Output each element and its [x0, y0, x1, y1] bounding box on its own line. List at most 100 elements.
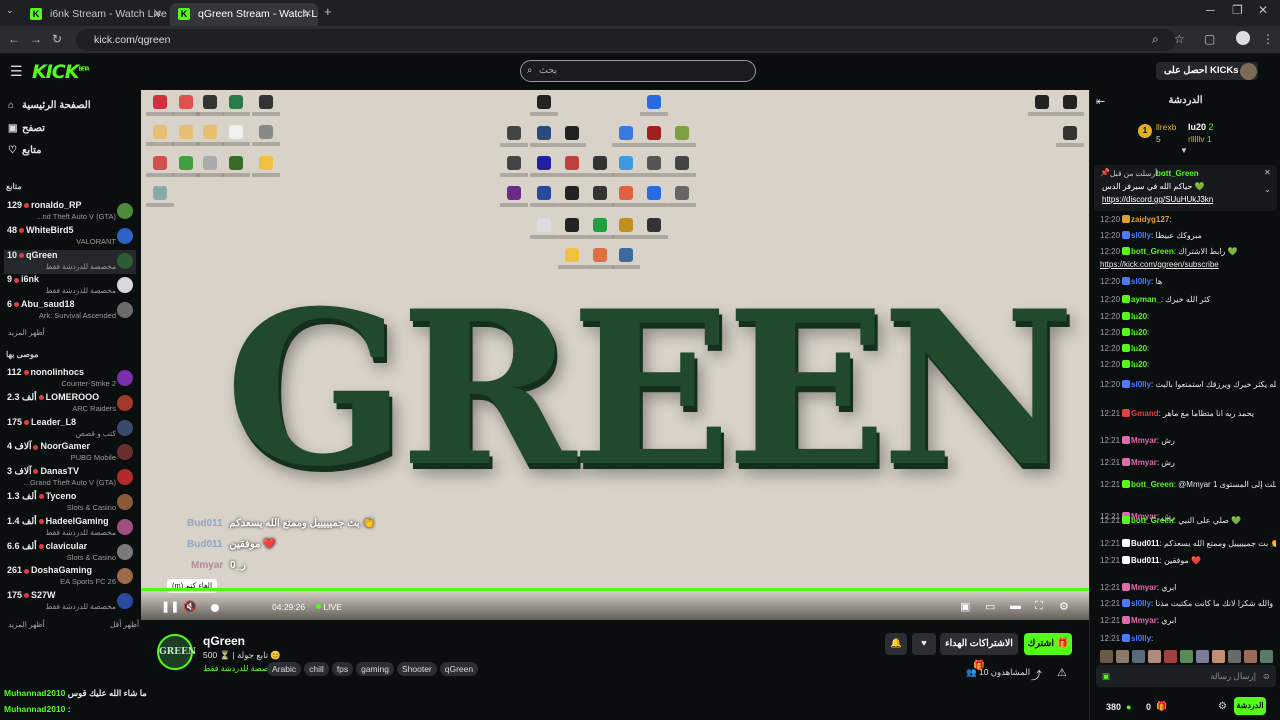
channel-name[interactable]: qGreen — [203, 634, 245, 648]
new-tab-icon[interactable]: + — [324, 4, 332, 19]
message-username[interactable]: bott_Green — [1131, 480, 1174, 489]
tag-chip[interactable]: qGreen — [439, 662, 479, 676]
pinned-expand-icon[interactable]: ⌄ — [1264, 185, 1271, 194]
tab-menu-icon[interactable]: ⌄ — [6, 5, 14, 16]
sidebar-channel-item[interactable]: 6 Abu_saud18 Ark: Survival Ascended — [4, 299, 136, 323]
clip-icon[interactable]: ▣ — [960, 600, 970, 613]
emote-icon[interactable] — [1244, 650, 1257, 663]
share-icon[interactable]: ⤴ — [1031, 667, 1042, 683]
show-more-link[interactable]: أظهر المزيد — [8, 328, 45, 337]
sidebar-channel-item[interactable]: 129 ronaldo_RP ...nd Theft Auto V (GTA) — [4, 200, 136, 224]
miniplayer-icon[interactable]: ▬ — [1010, 600, 1021, 612]
sidebar-channel-item[interactable]: 10 qGreen مخصصة للدردشة فقط — [4, 249, 136, 274]
message-username[interactable]: sl0Ily — [1131, 599, 1151, 608]
send-chat-button[interactable]: الدردشة — [1234, 697, 1266, 715]
message-username[interactable]: Mmyar — [1131, 458, 1157, 467]
url-field[interactable]: kick.com/qgreen — [76, 29, 1176, 51]
chat-settings-icon[interactable]: ⚙ — [1218, 701, 1227, 712]
emote-icon[interactable] — [1116, 650, 1129, 663]
video-player[interactable]: GREEN Bud011 بث جميييييل وممتع الله يسعد… — [141, 90, 1089, 620]
volume-icon[interactable]: 🔇 — [183, 600, 197, 613]
channel-avatar[interactable]: GREEN — [157, 634, 196, 670]
bookmark-star-icon[interactable]: ☆ — [1174, 32, 1185, 46]
emote-icon[interactable] — [1180, 650, 1193, 663]
notification-bell-button[interactable]: 🔔 — [885, 633, 907, 655]
window-close-icon[interactable]: ✕ — [1258, 3, 1268, 17]
show-less-link[interactable]: أظهر أقل — [110, 620, 139, 629]
sidebar-channel-item[interactable]: 175 S27W مخصصة للدردشة فقط — [4, 590, 136, 614]
expand-leaderboard-icon[interactable]: ▼ — [1180, 146, 1188, 155]
close-icon[interactable]: ✕ — [153, 3, 162, 25]
tag-chip[interactable]: fps — [331, 662, 354, 676]
message-username[interactable]: lu20 — [1131, 344, 1147, 353]
tag-chip[interactable]: Arabic — [267, 662, 302, 676]
emoji-icon[interactable]: ☺ — [1262, 665, 1271, 687]
show-more-link[interactable]: أظهر المزيد — [8, 620, 45, 629]
nav-following[interactable]: ♡ متابع — [8, 141, 42, 161]
message-username[interactable]: Mmyar — [1131, 583, 1157, 592]
browser-tab-1[interactable]: K i6nk Stream - Watch Live on Kick ✕ — [22, 3, 168, 26]
emote-icon[interactable] — [1260, 650, 1273, 663]
sidebar-channel-item[interactable]: 48 WhiteBird5 VALORANT — [4, 225, 136, 249]
browser-tab-2[interactable]: K qGreen Stream - Watch Live on Kick ✕ — [170, 3, 318, 26]
tag-chip[interactable]: chill — [304, 662, 329, 676]
message-username[interactable]: Gmand — [1131, 409, 1159, 418]
emote-icon[interactable] — [1228, 650, 1241, 663]
message-username[interactable]: Mmyar — [1131, 436, 1157, 445]
message-username[interactable]: sl0Ily — [1131, 277, 1151, 286]
volume-slider[interactable] — [211, 604, 219, 612]
chat-input[interactable]: إرسال رسالة ☺ ▣ — [1096, 665, 1276, 687]
message-username[interactable]: sl0Ily — [1131, 231, 1151, 240]
sidebar-channel-item[interactable]: 175 Leader_L8 كتب و قصص — [4, 417, 136, 441]
forward-icon[interactable]: → — [30, 32, 42, 46]
message-username[interactable]: zaidyg127 — [1131, 215, 1169, 224]
extensions-icon[interactable]: ▢ — [1204, 32, 1215, 46]
message-username[interactable]: Bud011 — [1131, 539, 1159, 548]
profile-icon[interactable] — [1236, 31, 1250, 45]
close-icon[interactable]: ✕ — [303, 3, 312, 25]
back-icon[interactable]: ← — [8, 32, 20, 46]
pause-icon[interactable]: ❚❚ — [161, 600, 179, 613]
gift-subs-button[interactable]: الاشتراكات الهداء 🎁 — [940, 633, 1018, 671]
sidebar-channel-item[interactable]: 9 i6nk مخصصة للدردشة فقط — [4, 274, 136, 298]
fullscreen-icon[interactable]: ⛶ — [1035, 600, 1043, 613]
tag-chip[interactable]: gaming — [356, 662, 394, 676]
gift-icon[interactable]: ▣ — [1102, 665, 1110, 687]
nav-browse[interactable]: ▣ تصفح — [8, 119, 45, 139]
sidebar-channel-item[interactable]: 1.4 ألف HadeelGaming مخصصة للدردشة فقط — [4, 516, 136, 540]
pinned-link[interactable]: https://discord.gg/SUuHUkJ3kn — [1102, 195, 1213, 204]
emote-icon[interactable] — [1132, 650, 1145, 663]
sidebar-channel-item[interactable]: 261 DoshaGaming EA Sports FC 26 — [4, 565, 136, 589]
message-username[interactable]: lu20 — [1131, 328, 1147, 337]
theatre-icon[interactable]: ▭ — [985, 600, 995, 613]
report-icon[interactable]: ⚠ — [1057, 666, 1067, 679]
sidebar-channel-item[interactable]: 6.6 ألف clavicular Slots & Casino — [4, 541, 136, 565]
emote-icon[interactable] — [1148, 650, 1161, 663]
nav-home[interactable]: ⌂ الصفحة الرئيسية — [8, 96, 91, 116]
message-username[interactable]: sl0Ily — [1131, 380, 1151, 389]
user-avatar[interactable] — [1240, 63, 1257, 80]
message-username[interactable]: Mmyar — [1131, 616, 1157, 625]
tag-chip[interactable]: Shooter — [396, 662, 437, 676]
message-username[interactable]: lu20 — [1131, 360, 1147, 369]
sidebar-channel-item[interactable]: 4 آلاف NoorGamer PUBG Mobile — [4, 441, 136, 465]
emote-icon[interactable] — [1164, 650, 1177, 663]
sidebar-channel-item[interactable]: 112 nonolinhocs Counter-Strike 2 — [4, 367, 136, 391]
settings-gear-icon[interactable]: ⚙ — [1059, 600, 1069, 613]
hamburger-menu-icon[interactable]: ☰ — [10, 63, 23, 80]
minimize-icon[interactable]: ─ — [1206, 3, 1215, 17]
message-username[interactable]: ayman_ — [1131, 295, 1161, 304]
follow-heart-button[interactable]: ♥ — [912, 633, 936, 655]
message-username[interactable]: sl0Ily — [1131, 634, 1151, 643]
message-username[interactable]: bott_Green — [1131, 516, 1174, 525]
sidebar-channel-item[interactable]: 1.3 ألف Tyceno Slots & Casino — [4, 491, 136, 515]
reload-icon[interactable]: ↻ — [52, 32, 62, 46]
emote-icon[interactable] — [1100, 650, 1113, 663]
emote-icon[interactable] — [1196, 650, 1209, 663]
search-input[interactable]: ⌕ بحث — [520, 60, 756, 82]
browser-menu-icon[interactable]: ⋮ — [1262, 32, 1274, 46]
message-username[interactable]: Bud011 — [1131, 556, 1159, 565]
zoom-icon[interactable]: ⌕ — [1152, 32, 1159, 47]
kick-logo[interactable]: KICKBETA — [32, 61, 90, 83]
subscribe-button[interactable]: اشترك 🎁 — [1024, 633, 1072, 655]
